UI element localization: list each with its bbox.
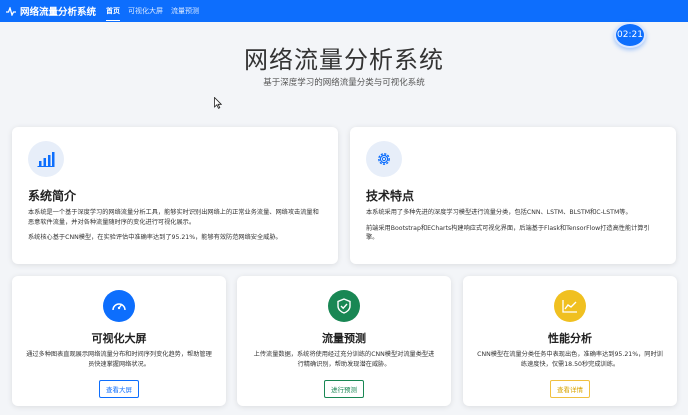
top-navbar: 网络流量分析系统 首页 可视化大屏 流量预测 — [0, 0, 688, 22]
nav-dashboard[interactable]: 可视化大屏 — [128, 4, 163, 18]
tech-title: 技术特点 — [366, 189, 415, 203]
run-prediction-button[interactable]: 进行预测 — [324, 380, 364, 398]
view-details-button[interactable]: 查看详情 — [550, 380, 590, 398]
view-dashboard-button[interactable]: 查看大屏 — [99, 380, 139, 398]
performance-card: 性能分析 CNN模型在流量分类任务中表现出色，准确率达到95.21%，同时训练速… — [463, 276, 677, 406]
speedometer-icon — [103, 290, 135, 322]
tech-text-1: 本系统采用了多种先进的深度学习模型进行流量分类，包括CNN、LSTM、BLSTM… — [366, 209, 632, 216]
gear-icon — [366, 141, 402, 177]
pulse-icon — [6, 6, 16, 16]
line-chart-icon — [554, 290, 586, 322]
prediction-card: 流量预测 上传流量数据，系统将使用经过充分训练的CNN模型对流量类型进行精确识别… — [237, 276, 451, 406]
intro-card: 系统简介 本系统是一个基于深度学习的网络流量分析工具，能够实时识别出网络上的正常… — [12, 127, 338, 264]
intro-title: 系统简介 — [28, 189, 77, 203]
bar-chart-icon — [28, 141, 64, 177]
tech-card: 技术特点 本系统采用了多种先进的深度学习模型进行流量分类，包括CNN、LSTM、… — [350, 127, 676, 264]
dashboard-card-text: 通过多种图表直观展示网络流量分布和时间序列变化趋势，帮助管理员快速掌握网络状况。 — [26, 351, 212, 368]
tech-text-2: 前端采用Bootstrap和ECharts构建响应式可视化界面，后端基于Flas… — [366, 224, 650, 242]
page-subtitle: 基于深度学习的网络流量分类与可视化系统 — [263, 78, 425, 88]
nav-prediction[interactable]: 流量预测 — [171, 4, 199, 18]
intro-text-1: 本系统是一个基于深度学习的网络流量分析工具，能够实时识别出网络上的正常业务流量、… — [28, 209, 319, 226]
dashboard-card-title: 可视化大屏 — [91, 332, 147, 345]
mouse-cursor-icon — [214, 97, 222, 109]
navbar-brand[interactable]: 网络流量分析系统 — [6, 4, 96, 18]
prediction-card-title: 流量预测 — [322, 332, 366, 345]
brand-label: 网络流量分析系统 — [20, 7, 97, 18]
prediction-card-text: 上传流量数据，系统将使用经过充分训练的CNN模型对流量类型进行精确识别，帮助发现… — [253, 351, 435, 368]
page-title: 网络流量分析系统 — [244, 46, 444, 74]
nav-home[interactable]: 首页 — [106, 4, 121, 21]
dashboard-card: 可视化大屏 通过多种图表直观展示网络流量分布和时间序列变化趋势，帮助管理员快速掌… — [12, 276, 226, 406]
performance-card-title: 性能分析 — [548, 332, 592, 345]
performance-card-text: CNN模型在流量分类任务中表现出色，准确率达到95.21%，同时训练速度快，仅需… — [477, 351, 663, 368]
shield-icon — [328, 290, 360, 322]
intro-text-2: 系统核心基于CNN模型，在实验评估中准确率达到了95.21%，能够有效防范网络安… — [28, 234, 282, 241]
